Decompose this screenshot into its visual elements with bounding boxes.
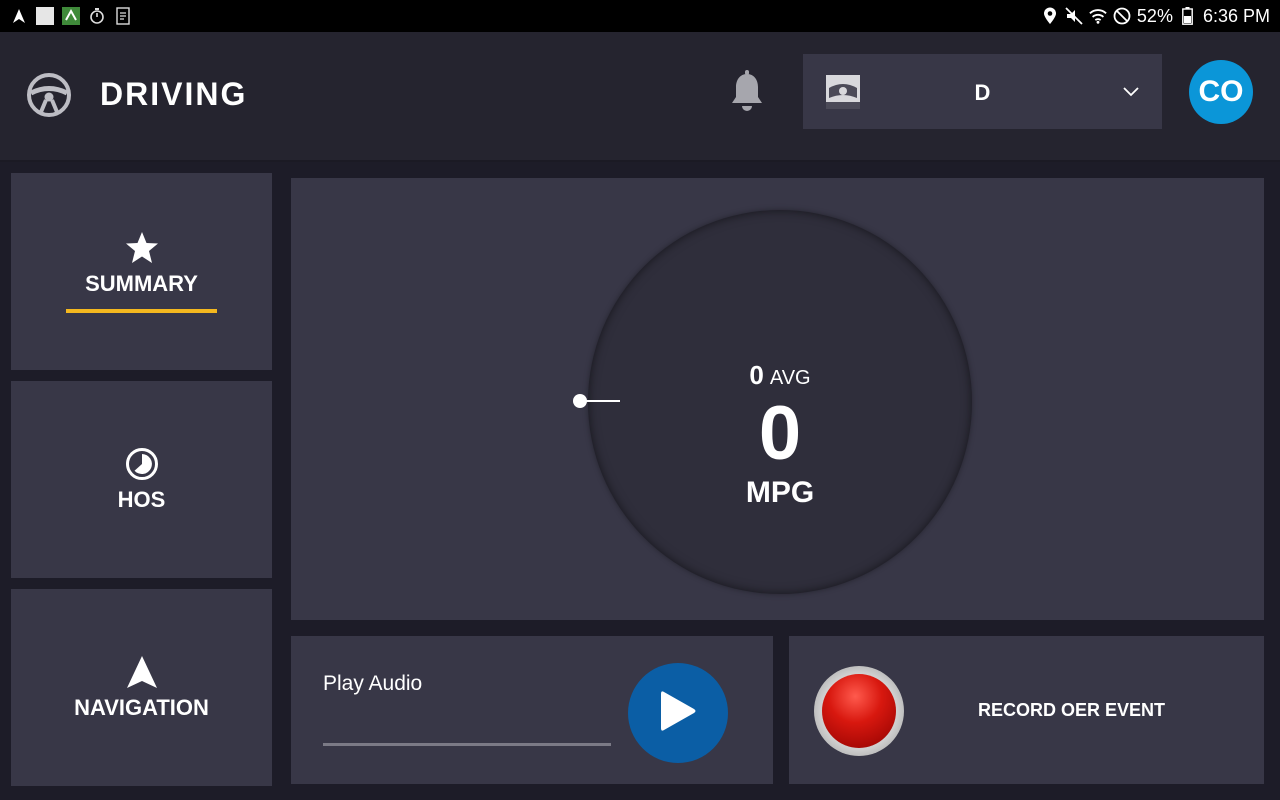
notifications-bell-icon[interactable] — [730, 70, 764, 114]
play-icon — [658, 689, 698, 738]
document-icon — [114, 7, 132, 25]
status-bar-system: 52% 6:36 PM — [1041, 6, 1270, 27]
battery-icon — [1179, 7, 1197, 25]
audio-progress-track[interactable] — [323, 743, 611, 746]
mpg-gauge: 0 AVG 0 MPG — [588, 210, 972, 594]
gauge-needle — [583, 400, 620, 402]
record-icon-center — [822, 674, 896, 748]
record-oer-event-label: RECORD OER EVENT — [978, 700, 1166, 720]
navigation-arrow-icon — [125, 655, 159, 689]
header: DRIVING D CO — [0, 32, 1280, 162]
current-mpg-value: 0 — [758, 391, 802, 476]
app-notification-icon — [62, 7, 80, 25]
mpg-unit-label: MPG — [745, 476, 815, 509]
audio-panel: Play Audio — [291, 636, 773, 784]
nav-item-navigation[interactable]: NAVIGATION — [11, 589, 272, 786]
play-audio-button[interactable] — [628, 663, 728, 763]
nav-item-hos-label: HOS — [117, 486, 166, 512]
do-not-disturb-icon — [1113, 7, 1131, 25]
vehicle-select-value: D — [974, 80, 991, 105]
nav-item-summary[interactable]: SUMMARY — [11, 173, 272, 370]
nav-item-summary-label: SUMMARY — [85, 270, 198, 296]
record-oer-event-button[interactable]: RECORD OER EVENT — [789, 636, 1264, 784]
clock-icon — [125, 447, 159, 481]
average-mpg-label: AVG — [769, 367, 811, 389]
star-icon — [125, 231, 159, 265]
vehicle-select-dropdown[interactable]: D — [803, 54, 1162, 129]
battery-percent: 52% — [1136, 5, 1173, 26]
status-bar-notifications — [10, 7, 132, 25]
status-time: 6:36 PM — [1202, 5, 1270, 26]
stopwatch-icon — [88, 7, 106, 25]
status-bar: 52% 6:36 PM — [0, 0, 1280, 32]
steering-wheel-icon — [26, 72, 72, 118]
nav-active-indicator — [66, 308, 217, 313]
mute-icon — [1065, 7, 1083, 25]
location-icon — [1041, 7, 1059, 25]
play-audio-label: Play Audio — [323, 672, 423, 695]
mpg-gauge-panel: 0 AVG 0 MPG — [291, 178, 1264, 620]
average-mpg-value: 0 — [749, 360, 764, 390]
navigation-notification-icon — [10, 7, 28, 25]
average-mpg: 0 AVG — [588, 360, 972, 391]
white-square-icon — [36, 7, 54, 25]
record-icon — [814, 666, 904, 756]
nav-item-hos[interactable]: HOS — [11, 381, 272, 578]
nav-item-navigation-label: NAVIGATION — [74, 694, 209, 720]
user-avatar[interactable]: CO — [1189, 60, 1253, 124]
page-title: DRIVING — [100, 76, 248, 112]
wifi-icon — [1089, 7, 1107, 25]
chevron-down-icon — [1122, 82, 1140, 100]
